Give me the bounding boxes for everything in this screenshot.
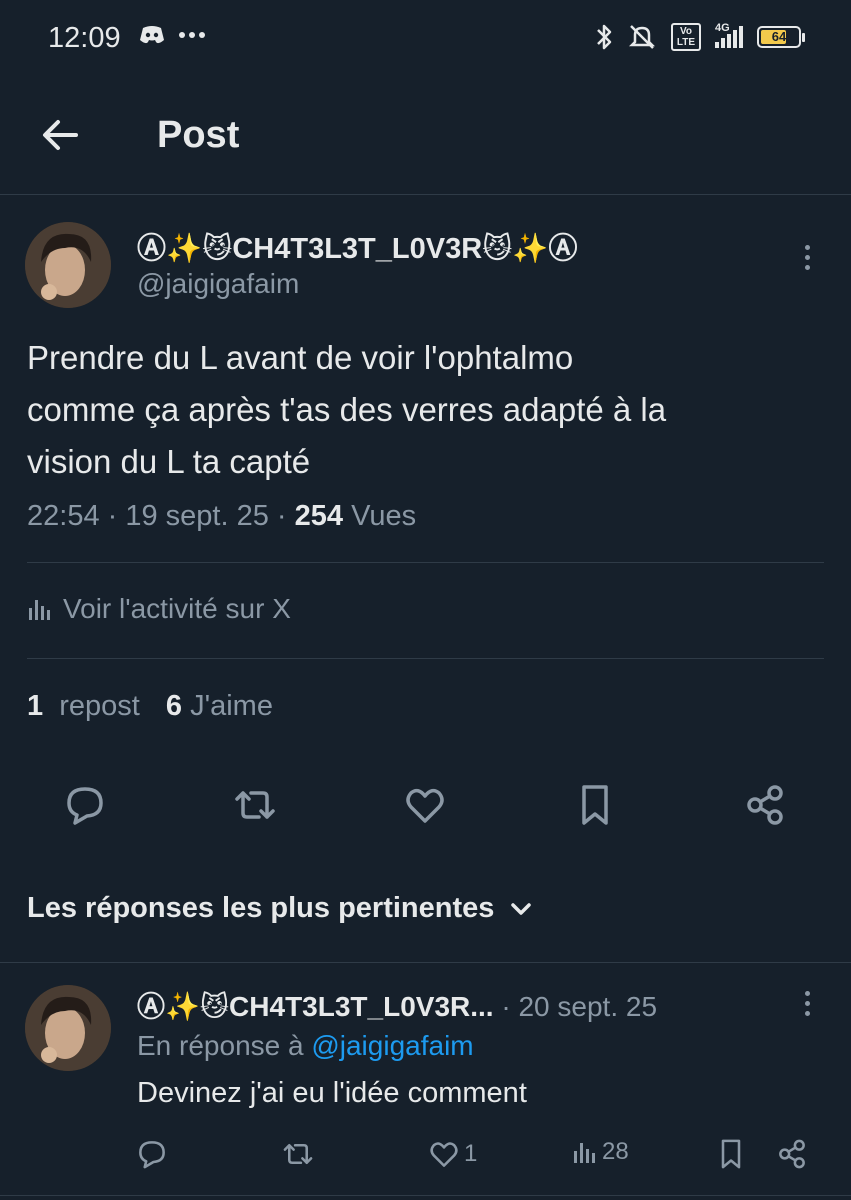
reply-context: En réponse à @jaigigafaim [137, 1030, 474, 1062]
reply-like-button[interactable]: 1 [428, 1138, 477, 1170]
battery-level: 64 [771, 29, 787, 44]
like-button[interactable] [400, 780, 450, 830]
author-name[interactable]: Ⓐ✨😼CH4T3L3T_L0V3R😼✨Ⓐ [137, 225, 577, 267]
reply-author-avatar[interactable] [25, 985, 111, 1071]
author-avatar[interactable] [25, 222, 111, 308]
likes-count: 6 [165, 690, 183, 722]
reposts-stat[interactable]: 1 repost [27, 690, 140, 723]
heart-icon [406, 788, 444, 823]
repost-button[interactable] [230, 780, 280, 830]
reply-icon [67, 787, 103, 825]
reply-more-button[interactable] [792, 983, 822, 1023]
share-icon [747, 785, 783, 825]
status-right-icons: Vo LTE 4G 64 [595, 22, 805, 52]
repost-icon [283, 1144, 313, 1164]
header-divider [0, 194, 851, 195]
reply-context-handle[interactable]: @jaigigafaim [311, 1030, 473, 1061]
post-more-button[interactable] [792, 237, 822, 277]
chevron-down-icon [511, 902, 532, 915]
replies-sort-dropdown[interactable]: Les réponses les plus pertinentes [27, 892, 532, 925]
analytics-icon [574, 1143, 595, 1163]
status-left-icons [138, 24, 206, 46]
post-date: 19 sept. 25 [125, 500, 269, 532]
share-button[interactable] [740, 780, 790, 830]
reply-views-count: 28 [602, 1138, 629, 1165]
more-dots-icon [804, 244, 810, 250]
reply-separator: · [493, 991, 519, 1022]
discord-icon [140, 26, 164, 44]
post-time: 22:54 [27, 500, 100, 532]
reply-icon [139, 1141, 165, 1169]
post-meta: 22:54 · 19 sept. 25 · 254 Vues [27, 500, 416, 533]
reposts-count: 1 [27, 690, 44, 722]
share-icon [779, 1139, 805, 1169]
likes-stat[interactable]: 6 J'aime [166, 690, 273, 723]
reply-text: Devinez j'ai eu l'idée comment [137, 1077, 527, 1109]
reply-likes-count: 1 [464, 1140, 478, 1167]
reply-bookmark-button[interactable] [716, 1138, 746, 1170]
back-button[interactable] [40, 114, 82, 156]
page-title: Post [157, 114, 240, 156]
bookmark-icon [721, 1139, 741, 1169]
meta-separator: · [268, 500, 295, 532]
reply-date: 20 sept. 25 [518, 991, 658, 1022]
view-activity-link[interactable]: Voir l'activité sur X [27, 593, 291, 625]
reply-reply-button[interactable] [136, 1138, 168, 1170]
reply-context-prefix: En réponse à [137, 1030, 312, 1061]
analytics-icon [29, 600, 50, 620]
mute-alarm-icon [628, 25, 656, 49]
author-handle[interactable]: @jaigigafaim [137, 268, 299, 300]
battery-icon: 64 [757, 26, 801, 48]
signal-icon: 4G [715, 22, 743, 48]
post-stats: 1 repost 6 J'aime [27, 690, 273, 723]
view-activity-label: Voir l'activité sur X [63, 593, 291, 624]
divider [27, 658, 824, 659]
divider [27, 562, 824, 563]
reply-repost-button[interactable] [280, 1138, 316, 1170]
more-dots-icon [804, 990, 810, 996]
repost-icon [235, 791, 275, 819]
volte-icon: Vo LTE [671, 23, 701, 51]
bluetooth-icon [597, 24, 612, 50]
status-time: 12:09 [48, 22, 121, 54]
bookmark-icon [582, 785, 608, 825]
replies-divider [0, 962, 851, 963]
reply-header: Ⓐ✨😼CH4T3L3T_L0V3R... · 20 sept. 25 [137, 985, 657, 1025]
reply-button[interactable] [60, 780, 110, 830]
views-label: Vues [351, 500, 417, 532]
likes-label: J'aime [190, 690, 273, 722]
arrow-left-icon [43, 120, 78, 150]
bottom-divider [0, 1195, 851, 1196]
bookmark-button[interactable] [570, 780, 620, 830]
ellipsis-icon [179, 32, 205, 38]
reply-author-name[interactable]: Ⓐ✨😼CH4T3L3T_L0V3R... [137, 991, 494, 1022]
meta-separator: · [99, 500, 126, 532]
reply-views-button[interactable]: 28 [572, 1138, 629, 1166]
post-text: Prendre du L avant de voir l'ophtalmo co… [27, 339, 667, 480]
replies-sort-label: Les réponses les plus pertinentes [27, 892, 495, 924]
reply-share-button[interactable] [776, 1138, 808, 1170]
reposts-label: repost [59, 690, 140, 722]
views-count: 254 [294, 500, 344, 532]
network-label: 4G [715, 22, 730, 34]
heart-icon [430, 1142, 458, 1167]
